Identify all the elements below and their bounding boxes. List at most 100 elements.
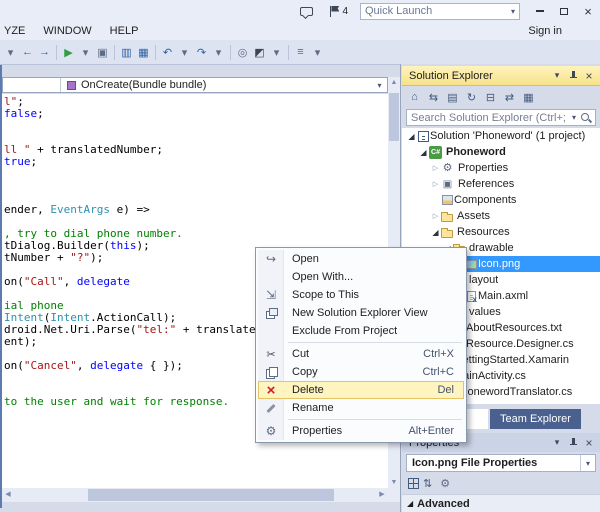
bookmark-button[interactable]: ◩ [251,42,268,62]
properties-window-icon[interactable]: ▦ [520,89,537,106]
scroll-down-icon[interactable]: ▼ [388,477,400,488]
redo-dropdown[interactable]: ▾ [210,42,227,62]
toolbar-options-dropdown[interactable]: ▾ [2,42,19,62]
menu-item-new-solution-explorer-view[interactable]: New Solution Explorer View [258,304,464,322]
editor-navigation-bar: OnCreate(Bundle bundle) ▾ [2,77,388,93]
tab-team-explorer[interactable]: Team Explorer [490,409,581,429]
expander-icon[interactable]: ▷ [430,180,441,188]
solution-configurations-button[interactable]: ▣ [94,42,111,62]
menu-item-delete[interactable]: Delete Del [258,381,464,399]
feedback-icon[interactable] [300,7,313,16]
chevron-down-icon[interactable]: ▾ [372,81,387,90]
scroll-up-icon[interactable]: ▲ [388,77,400,88]
menu-item-open[interactable]: Open [258,250,464,268]
properties-toolbar: ⇅ ⚙ [402,474,600,492]
tree-item-references[interactable]: ▷ References [402,176,600,192]
close-icon[interactable]: × [581,68,597,84]
navigate-backward-button[interactable]: ← [19,42,36,62]
menu-item-shortcut: Ctrl+C [423,366,464,378]
expander-icon[interactable]: ▷ [430,212,441,220]
menu-item-label: New Solution Explorer View [284,307,454,319]
chevron-down-icon[interactable]: ▾ [569,113,579,122]
expander-icon[interactable]: ◢ [406,132,417,141]
menu-item-properties[interactable]: Properties Alt+Enter [258,422,464,440]
notifications-button[interactable]: 4 [327,5,348,18]
code-line: l"; [4,96,388,108]
sync-with-active-document-icon[interactable]: ⇄ [501,89,518,106]
tree-item-properties[interactable]: ▷ Properties [402,160,600,176]
save-all-button[interactable]: ▦ [135,42,152,62]
expander-icon[interactable]: ▷ [430,164,441,172]
menu-item-label: Open [284,253,454,265]
show-all-files-icon[interactable]: ▤ [444,89,461,106]
undo-dropdown[interactable]: ▾ [176,42,193,62]
text-editor-menu-button[interactable]: ≡ [292,42,309,62]
search-input[interactable] [407,112,569,124]
undo-button[interactable]: ↶ [159,42,176,62]
expander-icon[interactable]: ◢ [418,148,429,157]
scope-icon [263,287,279,303]
redo-button[interactable]: ↷ [193,42,210,62]
quick-launch-box[interactable]: ▾ [360,3,520,20]
tree-item-assets[interactable]: ▷ Assets [402,208,600,224]
method-dropdown[interactable]: OnCreate(Bundle bundle) [61,79,372,91]
close-icon[interactable]: × [581,435,597,451]
tree-item-label: Main.axml [478,290,528,302]
menu-item-rename[interactable]: Rename [258,399,464,417]
chevron-down-icon[interactable]: ▾ [511,7,515,16]
home-icon[interactable]: ⌂ [406,89,423,106]
properties-object-selector[interactable]: Icon.png File Properties ▾ [406,454,596,472]
tree-item-components[interactable]: Components [402,192,600,208]
sign-in-button[interactable]: Sign in [528,25,562,37]
scroll-right-icon[interactable]: ▶ [376,488,388,502]
close-button[interactable]: × [576,0,600,22]
solution-explorer-header[interactable]: Solution Explorer ▾ × [402,66,600,86]
bookmark-dropdown[interactable]: ▾ [268,42,285,62]
properties-category-advanced[interactable]: ◢ Advanced [402,494,600,512]
delete-icon [263,382,279,398]
chevron-down-icon[interactable]: ▾ [580,455,595,471]
solution-explorer-title: Solution Explorer [409,70,549,82]
xml-icon [467,291,476,302]
quick-launch-input[interactable] [365,5,511,17]
window-position-icon[interactable]: ▾ [549,68,565,84]
tree-item-solution-phoneword-1-project[interactable]: ◢ Solution 'Phoneword' (1 project) [402,128,600,144]
menu-item-exclude-from-project[interactable]: Exclude From Project [258,322,464,340]
start-debug-dropdown[interactable]: ▾ [77,42,94,62]
save-button[interactable]: ▥ [118,42,135,62]
refresh-icon[interactable]: ↻ [463,89,480,106]
category-expander-icon[interactable]: ◢ [407,499,413,508]
find-button[interactable]: ◎ [234,42,251,62]
minimize-button[interactable] [528,0,552,22]
alphabetical-sort-icon[interactable]: ⇅ [423,477,432,490]
switch-views-icon[interactable]: ⇆ [425,89,442,106]
property-pages-icon[interactable]: ⚙ [440,477,450,490]
solution-explorer-search-box[interactable]: ▾ [406,109,596,126]
menu-item-scope-to-this[interactable]: Scope to This [258,286,464,304]
tree-item-resources[interactable]: ◢ Resources [402,224,600,240]
scroll-left-icon[interactable]: ◀ [2,488,14,502]
navigate-forward-button[interactable]: → [36,42,53,62]
horizontal-scroll-thumb[interactable] [88,489,334,501]
text-editor-menu-dropdown[interactable]: ▾ [309,42,326,62]
menu-item-open-with[interactable]: Open With... [258,268,464,286]
horizontal-scrollbar[interactable]: ◀ ▶ [2,488,388,502]
menu-item-copy[interactable]: Copy Ctrl+C [258,363,464,381]
menu-item-cut[interactable]: Cut Ctrl+X [258,345,464,363]
categorized-icon[interactable] [408,478,419,489]
vertical-scroll-thumb[interactable] [389,93,399,141]
menu-analyze[interactable]: YZE [0,25,34,37]
menu-window[interactable]: WINDOW [34,25,100,37]
collapse-all-icon[interactable]: ⊟ [482,89,499,106]
window-position-icon[interactable]: ▾ [549,435,565,451]
menu-help[interactable]: HELP [101,25,148,37]
start-debug-button[interactable]: ▶ [60,42,77,62]
restore-button[interactable] [552,0,576,22]
menu-item-label: Exclude From Project [284,325,454,337]
pin-icon[interactable] [565,68,581,84]
tree-item-phoneword[interactable]: ◢ Phoneword [402,144,600,160]
expander-icon[interactable]: ◢ [430,228,441,237]
pin-icon[interactable] [565,435,581,451]
menu-item-shortcut: Del [437,384,464,396]
class-dropdown[interactable] [3,78,61,92]
